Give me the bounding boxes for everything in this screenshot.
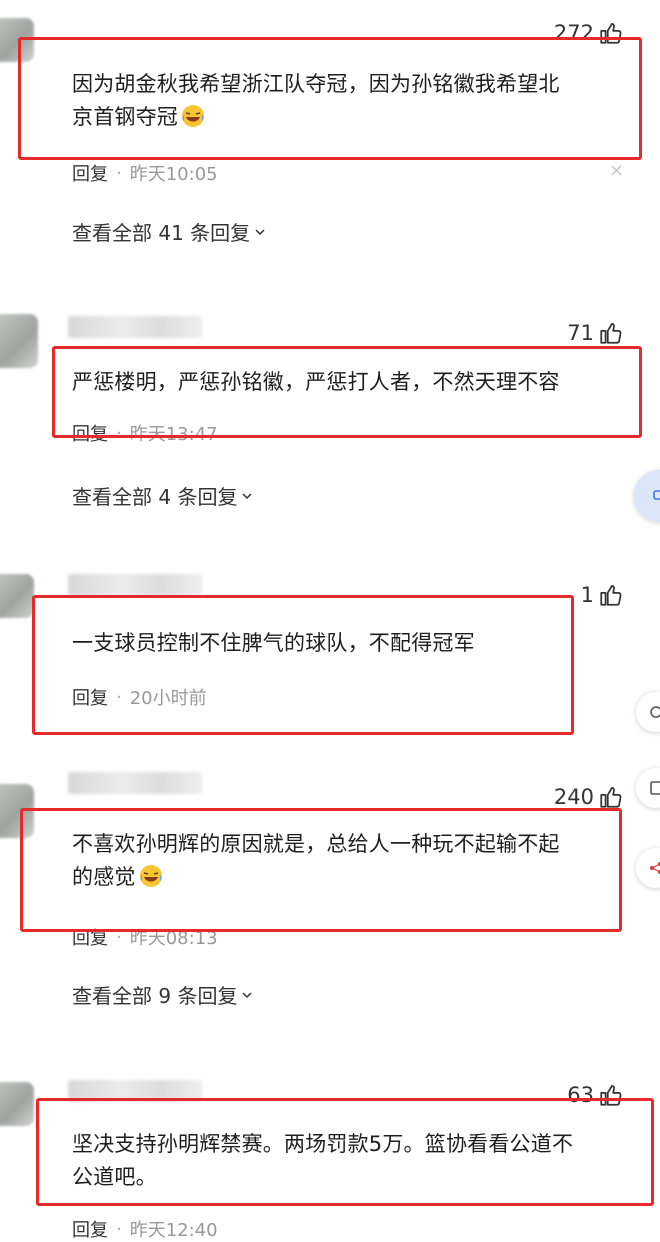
- comment-item: 71 严惩楼明，严惩孙铭徽，严惩打人者，不然天理不容 回复 · 昨天13:47 …: [0, 300, 660, 550]
- chevron-down-icon: [255, 228, 265, 235]
- avatar[interactable]: [0, 1082, 34, 1126]
- view-replies-button[interactable]: 查看全部 41 条回复: [72, 217, 266, 246]
- comment-text: 坚决支持孙明辉禁赛。两场罚款5万。篮协看看公道不 公道吧。: [72, 1128, 573, 1194]
- chevron-down-icon: [242, 492, 252, 499]
- comment-text-line: 一支球员控制不住脾气的球队，不配得冠军: [72, 631, 475, 655]
- comment-text: 严惩楼明，严惩孙铭徽，严惩打人者，不然天理不容: [72, 366, 560, 399]
- username[interactable]: [68, 574, 202, 596]
- separator-dot: ·: [116, 162, 122, 184]
- like-button[interactable]: 71: [567, 320, 624, 346]
- like-count: 1: [580, 583, 594, 607]
- thumbs-up-icon: [600, 1085, 622, 1106]
- refresh-icon: [650, 706, 660, 718]
- reply-button[interactable]: 回复: [72, 684, 108, 710]
- separator-dot: ·: [116, 422, 122, 444]
- separator-dot: ·: [116, 926, 122, 948]
- reply-button[interactable]: 回复: [72, 1216, 108, 1242]
- reply-button[interactable]: 回复: [72, 924, 108, 950]
- reply-button[interactable]: 回复: [72, 160, 108, 186]
- like-button[interactable]: 63: [567, 1082, 624, 1108]
- thumbs-up-icon: [600, 787, 622, 808]
- thumbs-up-icon: [600, 585, 622, 606]
- separator-dot: ·: [116, 686, 122, 708]
- view-replies-label: 查看全部 9 条回复: [72, 984, 238, 1008]
- comment-text-line: 坚决支持孙明辉禁赛。两场罚款5万。篮协看看公道不: [72, 1132, 574, 1156]
- comment-item: 272 因为胡金秋我希望浙江队夺冠，因为孙铭徽我希望北 京首钢夺冠 回复 · 昨…: [0, 0, 660, 290]
- avatar[interactable]: [0, 18, 34, 62]
- avatar[interactable]: [0, 314, 38, 368]
- comment-text-line: 因为胡金秋我希望浙江队夺冠，因为孙铭徽我希望北: [72, 72, 560, 96]
- like-count: 63: [567, 1083, 594, 1107]
- comment-text: 因为胡金秋我希望浙江队夺冠，因为孙铭徽我希望北 京首钢夺冠: [72, 68, 560, 134]
- comment-text-line: 不喜欢孙明辉的原因就是，总给人一种玩不起输不起: [72, 832, 560, 856]
- username[interactable]: [68, 316, 202, 338]
- thumbs-up-icon: [600, 323, 622, 344]
- comment-item: 240 不喜欢孙明辉的原因就是，总给人一种玩不起输不起 的感觉 回复 · 昨天0…: [0, 770, 660, 1060]
- like-button[interactable]: 272: [554, 20, 624, 46]
- comment-text-line: 公道吧。: [72, 1165, 157, 1189]
- separator-dot: ·: [116, 1218, 122, 1240]
- comment-time: 昨天12:40: [129, 1220, 218, 1241]
- comment-text: 不喜欢孙明辉的原因就是，总给人一种玩不起输不起 的感觉: [72, 828, 560, 894]
- laughing-crying-emoji-icon: [182, 105, 204, 127]
- reply-button[interactable]: 回复: [72, 420, 108, 446]
- view-replies-label: 查看全部 4 条回复: [72, 485, 238, 509]
- avatar[interactable]: [0, 784, 34, 838]
- comment-text-line: 京首钢夺冠: [72, 101, 560, 134]
- chevron-down-icon: [242, 991, 252, 998]
- username[interactable]: [68, 1080, 202, 1102]
- view-replies-button[interactable]: 查看全部 4 条回复: [72, 481, 253, 510]
- laughing-crying-emoji-icon: [139, 865, 162, 887]
- username[interactable]: [68, 772, 202, 794]
- comment-time: 昨天10:05: [129, 164, 218, 185]
- comment-meta: 回复 · 20小时前: [72, 684, 207, 710]
- comment-meta: 回复 · 昨天08:13: [72, 924, 218, 950]
- comment-item: 1 一支球员控制不住脾气的球队，不配得冠军 回复 · 20小时前: [0, 560, 660, 760]
- comment-text-line: 严惩楼明，严惩孙铭徽，严惩打人者，不然天理不容: [72, 370, 560, 394]
- like-count: 240: [553, 785, 594, 809]
- close-icon[interactable]: ×: [609, 160, 624, 181]
- thumbs-up-icon: [600, 23, 622, 44]
- comment-time: 20小时前: [129, 688, 207, 709]
- comment-time: 昨天13:47: [129, 424, 218, 445]
- like-button[interactable]: 1: [581, 582, 624, 608]
- like-count: 71: [567, 321, 594, 345]
- comment-item: 63 坚决支持孙明辉禁赛。两场罚款5万。篮协看看公道不 公道吧。 回复 · 昨天…: [0, 1070, 660, 1241]
- comment-meta: 回复 · 昨天12:40: [72, 1216, 218, 1242]
- comment-time: 昨天08:13: [129, 928, 218, 949]
- comment-text-line: 的感觉: [72, 861, 560, 894]
- share-icon: [650, 862, 660, 874]
- comment-meta: 回复 · 昨天10:05: [72, 160, 218, 186]
- avatar[interactable]: [0, 574, 34, 618]
- comment-text: 一支球员控制不住脾气的球队，不配得冠军: [72, 627, 475, 660]
- view-replies-label: 查看全部 41 条回复: [72, 221, 251, 245]
- view-replies-button[interactable]: 查看全部 9 条回复: [72, 980, 253, 1009]
- like-button[interactable]: 240: [554, 784, 624, 810]
- comment-meta: 回复 · 昨天13:47: [72, 420, 218, 446]
- document-icon: [650, 781, 660, 795]
- like-count: 272: [553, 21, 594, 45]
- comment-bubble-icon: [653, 490, 660, 500]
